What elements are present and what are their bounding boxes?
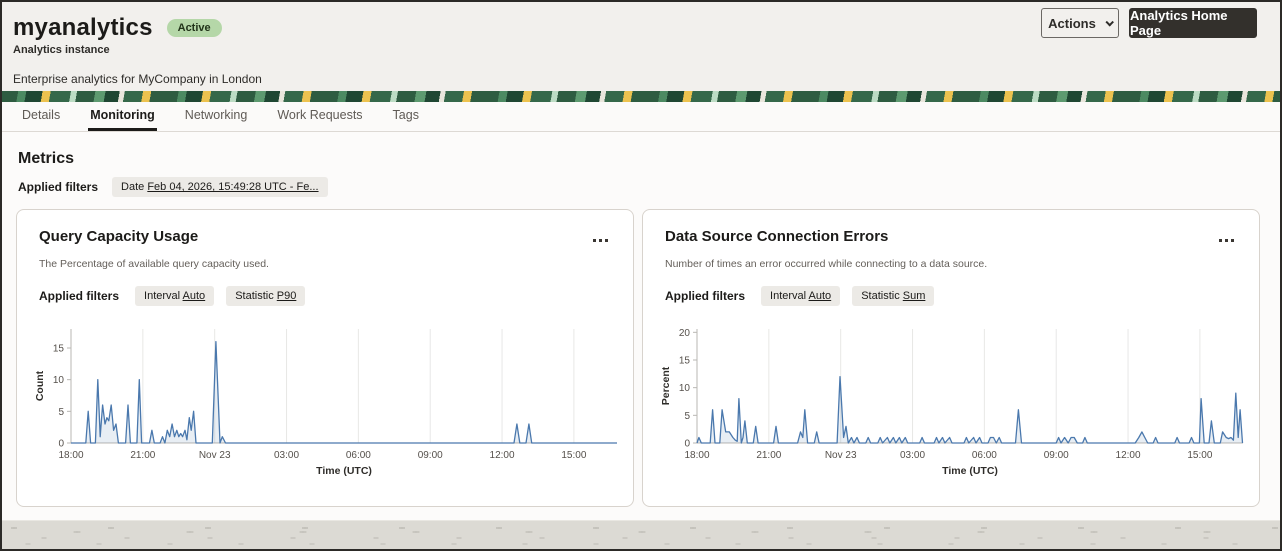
applied-filters-label: Applied filters <box>665 289 746 303</box>
analytics-home-page-button[interactable]: Analytics Home Page <box>1129 8 1257 38</box>
applied-filters-label: Applied filters <box>39 289 120 303</box>
statistic-filter-value-link[interactable]: Sum <box>903 290 926 302</box>
interval-filter-label: Interval <box>144 290 181 302</box>
card-description: Number of times an error occurred while … <box>665 258 988 270</box>
svg-text:Time (UTC): Time (UTC) <box>316 465 372 477</box>
tab-bar: Details Monitoring Networking Work Reque… <box>2 102 1280 132</box>
card-title: Data Source Connection Errors <box>665 228 889 245</box>
statistic-filter-label: Statistic <box>235 290 274 302</box>
svg-text:5: 5 <box>58 407 64 418</box>
svg-text:12:00: 12:00 <box>490 450 515 461</box>
svg-text:10: 10 <box>53 375 65 386</box>
desktop-background-strip <box>2 520 1280 549</box>
svg-text:03:00: 03:00 <box>274 450 299 461</box>
status-badge: Active <box>166 19 222 37</box>
svg-text:06:00: 06:00 <box>346 450 371 461</box>
svg-text:18:00: 18:00 <box>684 450 709 461</box>
svg-text:06:00: 06:00 <box>972 450 997 461</box>
svg-text:15:00: 15:00 <box>1187 450 1212 461</box>
svg-text:Count: Count <box>34 370 46 401</box>
query-capacity-chart-svg[interactable]: 0 5 10 15 18:00 21:00 Nov 23 03:00 06:00 09:00 12:… <box>33 324 619 478</box>
tab-networking[interactable]: Networking <box>183 102 250 131</box>
svg-text:12:00: 12:00 <box>1116 450 1141 461</box>
svg-text:21:00: 21:00 <box>756 450 781 461</box>
chevron-down-icon <box>1105 18 1114 27</box>
monitoring-tab-content: Metrics Applied filters Date Feb 04, 202… <box>2 133 1280 520</box>
page-title: myanalytics <box>13 14 153 41</box>
resource-type-label: Analytics instance <box>13 44 110 56</box>
interval-filter-value-link[interactable]: Auto <box>809 290 832 302</box>
analytics-instance-page: myanalytics Active Analytics instance En… <box>0 0 1282 551</box>
statistic-filter-label: Statistic <box>861 290 900 302</box>
tab-tags[interactable]: Tags <box>391 102 421 131</box>
svg-text:Percent: Percent <box>660 366 672 405</box>
decorative-banner <box>2 91 1280 102</box>
tab-details[interactable]: Details <box>20 102 62 131</box>
tab-work-requests[interactable]: Work Requests <box>275 102 364 131</box>
instance-description: Enterprise analytics for MyCompany in Lo… <box>13 72 262 86</box>
metrics-heading: Metrics <box>18 150 75 167</box>
svg-text:03:00: 03:00 <box>900 450 925 461</box>
svg-text:20: 20 <box>679 328 691 339</box>
svg-text:Nov 23: Nov 23 <box>825 450 857 461</box>
interval-filter-label: Interval <box>770 290 807 302</box>
svg-text:09:00: 09:00 <box>1044 450 1069 461</box>
query-capacity-chart[interactable]: 0 5 10 15 18:00 21:00 Nov 23 03:00 06:00 09:00 12:… <box>33 324 619 478</box>
card-description: The Percentage of available query capaci… <box>39 258 269 270</box>
statistic-filter-chip[interactable]: Statistic Sum <box>852 286 935 306</box>
svg-text:15: 15 <box>679 355 691 366</box>
svg-text:Nov 23: Nov 23 <box>199 450 231 461</box>
actions-button-label: Actions <box>1048 15 1096 31</box>
svg-text:18:00: 18:00 <box>58 450 83 461</box>
statistic-filter-value-link[interactable]: P90 <box>277 290 297 302</box>
data-source-connection-errors-card: Data Source Connection Errors Number of … <box>642 209 1260 507</box>
applied-filters-label: Applied filters <box>18 180 99 194</box>
svg-text:10: 10 <box>679 383 691 394</box>
svg-text:0: 0 <box>58 439 64 450</box>
svg-text:15:00: 15:00 <box>561 450 586 461</box>
date-filter-chip[interactable]: Date Feb 04, 2026, 15:49:28 UTC - Fe... <box>112 177 328 197</box>
svg-text:21:00: 21:00 <box>130 450 155 461</box>
query-capacity-usage-card: Query Capacity Usage The Percentage of a… <box>16 209 634 507</box>
svg-text:0: 0 <box>684 439 690 450</box>
connection-errors-chart[interactable]: 0 5 10 15 20 18:00 21:00 Nov 23 03:00 06:00 09:00 1… <box>659 324 1245 478</box>
interval-filter-chip[interactable]: Interval Auto <box>761 286 841 306</box>
date-filter-value-link[interactable]: Feb 04, 2026, 15:49:28 UTC - Fe... <box>147 181 318 193</box>
overflow-menu-icon[interactable] <box>1217 234 1239 248</box>
home-button-label: Analytics Home Page <box>1130 8 1228 38</box>
actions-button[interactable]: Actions <box>1041 8 1119 38</box>
tab-monitoring[interactable]: Monitoring <box>88 102 157 131</box>
interval-filter-chip[interactable]: Interval Auto <box>135 286 215 306</box>
card-title: Query Capacity Usage <box>39 228 199 245</box>
page-header: myanalytics Active Analytics instance En… <box>2 2 1280 91</box>
statistic-filter-chip[interactable]: Statistic P90 <box>226 286 306 306</box>
svg-text:5: 5 <box>684 411 690 422</box>
svg-text:Time (UTC): Time (UTC) <box>942 465 998 477</box>
svg-text:15: 15 <box>53 344 65 355</box>
overflow-menu-icon[interactable] <box>591 234 613 248</box>
connection-errors-chart-svg[interactable]: 0 5 10 15 20 18:00 21:00 Nov 23 03:00 06:00 09:00 1… <box>659 324 1245 478</box>
svg-text:09:00: 09:00 <box>418 450 443 461</box>
date-filter-label: Date <box>121 181 145 193</box>
interval-filter-value-link[interactable]: Auto <box>183 290 206 302</box>
